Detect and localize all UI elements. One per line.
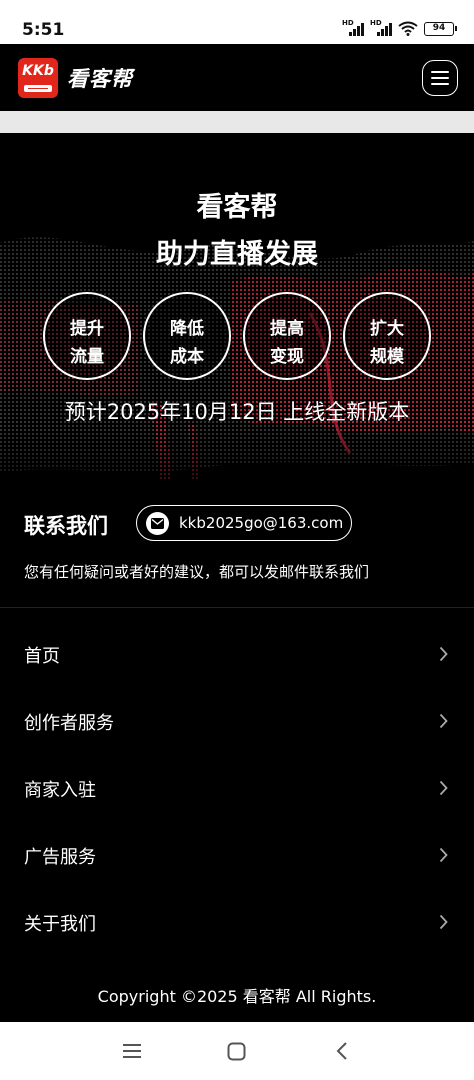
launch-notice: 预计2025年10月12日 上线全新版本 bbox=[64, 400, 410, 424]
wifi-icon bbox=[398, 21, 418, 36]
back-icon[interactable] bbox=[335, 1041, 348, 1061]
logo-text: KKb bbox=[22, 63, 54, 79]
feature-line: 变现 bbox=[270, 347, 304, 367]
feature-circle-scale: 扩大 规模 bbox=[343, 292, 431, 380]
recent-apps-icon[interactable] bbox=[122, 1043, 142, 1059]
status-time: 5:51 bbox=[22, 20, 65, 40]
nav-item-home[interactable]: 首页 bbox=[0, 620, 474, 687]
email-link[interactable]: kkb2025go@163.com bbox=[136, 505, 352, 541]
feature-circle-cost: 降低 成本 bbox=[143, 292, 231, 380]
feature-line: 扩大 bbox=[370, 319, 404, 339]
nav-item-label: 首页 bbox=[24, 646, 60, 667]
copyright-text: Copyright ©2025 看客帮 All Rights. bbox=[97, 987, 377, 1006]
signal-icon: HD bbox=[342, 19, 364, 36]
chevron-right-icon bbox=[439, 847, 448, 863]
email-address: kkb2025go@163.com bbox=[179, 514, 344, 532]
divider-strip bbox=[0, 111, 474, 133]
nav-item-label: 商家入驻 bbox=[24, 780, 96, 801]
feature-line: 规模 bbox=[370, 347, 404, 367]
kkb-logo[interactable]: KKb bbox=[18, 58, 58, 98]
contact-description: 您有任何疑问或者好的建议，都可以发邮件联系我们 bbox=[24, 563, 370, 581]
contact-title: 联系我们 bbox=[24, 514, 108, 538]
nav-item-ad-services[interactable]: 广告服务 bbox=[0, 821, 474, 888]
feature-line: 提高 bbox=[270, 319, 304, 339]
home-icon[interactable] bbox=[227, 1042, 246, 1061]
battery-icon: 94 bbox=[424, 21, 457, 36]
hamburger-menu-icon[interactable] bbox=[422, 60, 458, 96]
status-icons: HD HD 94 bbox=[342, 19, 457, 36]
signal-icon: HD bbox=[370, 19, 392, 36]
app-header: KKb 看客帮 bbox=[0, 44, 474, 111]
feature-line: 降低 bbox=[170, 319, 204, 339]
feature-line: 流量 bbox=[70, 347, 104, 367]
feature-line: 提升 bbox=[70, 319, 104, 339]
feature-circle-monetize: 提高 变现 bbox=[243, 292, 331, 380]
chevron-right-icon bbox=[439, 713, 448, 729]
feature-circle-traffic: 提升 流量 bbox=[43, 292, 131, 380]
brand-name: 看客帮 bbox=[67, 67, 133, 91]
system-nav-bar bbox=[0, 1022, 474, 1080]
nav-item-label: 广告服务 bbox=[24, 847, 96, 868]
nav-item-label: 创作者服务 bbox=[24, 713, 114, 734]
hero-title: 看客帮 bbox=[196, 192, 278, 223]
logo-subbar bbox=[24, 85, 52, 92]
mail-icon bbox=[146, 512, 169, 535]
feature-line: 成本 bbox=[170, 347, 204, 367]
status-bar: 5:51 HD HD 94 bbox=[0, 0, 474, 44]
nav-item-label: 关于我们 bbox=[24, 914, 96, 935]
hero-subtitle: 助力直播发展 bbox=[156, 239, 318, 270]
chevron-right-icon bbox=[439, 914, 448, 930]
nav-item-merchant-join[interactable]: 商家入驻 bbox=[0, 754, 474, 821]
nav-item-creator-services[interactable]: 创作者服务 bbox=[0, 687, 474, 754]
nav-item-about-us[interactable]: 关于我们 bbox=[0, 888, 474, 955]
chevron-right-icon bbox=[439, 780, 448, 796]
chevron-right-icon bbox=[439, 646, 448, 662]
hero-banner: 看客帮 助力直播发展 提升 流量 降低 成本 提高 变现 扩大 规模 预计202… bbox=[0, 133, 474, 480]
contact-section: 联系我们 kkb2025go@163.com 您有任何疑问或者好的建议，都可以发… bbox=[0, 480, 474, 608]
